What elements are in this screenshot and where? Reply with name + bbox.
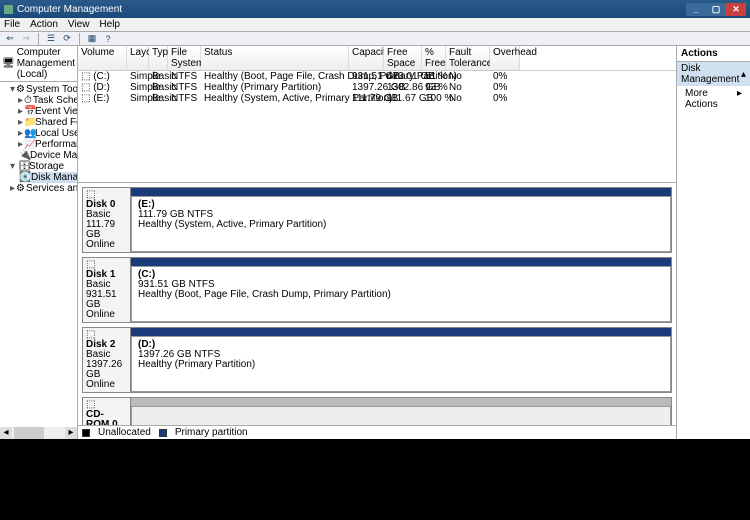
- refresh-button[interactable]: ⟳: [61, 33, 73, 45]
- app-icon: [4, 5, 13, 14]
- tree-task-scheduler[interactable]: ▸⏱Task Scheduler: [2, 95, 77, 106]
- disk-info[interactable]: ⬚Disk 2Basic1397.26 GBOnline: [83, 328, 131, 392]
- users-icon: 👥: [24, 128, 34, 139]
- help-button[interactable]: ?: [102, 33, 114, 45]
- col-status[interactable]: Status: [201, 46, 349, 70]
- tree-system-tools[interactable]: ▾⚙System Tools: [2, 84, 77, 95]
- storage-icon: 🗄: [18, 161, 28, 172]
- title-bar[interactable]: Computer Management _ ▢ ✕: [0, 0, 750, 18]
- disk-partition[interactable]: (D:)1397.26 GB NTFSHealthy (Primary Part…: [131, 328, 671, 392]
- toolbar-button-1[interactable]: ☰: [45, 33, 57, 45]
- legend-primary: Primary partition: [175, 427, 248, 438]
- disk-info[interactable]: ⬚Disk 0Basic111.79 GBOnline: [83, 188, 131, 252]
- chevron-right-icon: ▸: [737, 88, 742, 110]
- tree-event-viewer[interactable]: ▸📅Event Viewer: [2, 106, 77, 117]
- computer-icon: 🖥: [2, 58, 15, 69]
- taskbar-area: [0, 439, 750, 520]
- legend: Unallocated Primary partition: [78, 425, 676, 439]
- actions-more[interactable]: More Actions ▸: [677, 86, 750, 112]
- center-pane: Volume Layout Type File System Status Ca…: [78, 46, 677, 439]
- disk-info[interactable]: ⬚Disk 1Basic931.51 GBOnline: [83, 258, 131, 322]
- services-icon: ⚙: [16, 183, 25, 194]
- col-layout[interactable]: Layout: [127, 46, 149, 70]
- minimize-button[interactable]: _: [686, 3, 706, 16]
- drive-icon: ⬚: [81, 93, 90, 104]
- col-faulttol[interactable]: Fault Tolerance: [446, 46, 490, 70]
- legend-swatch-unallocated: [82, 429, 90, 437]
- disk-partition[interactable]: (C:)931.51 GB NTFSHealthy (Boot, Page Fi…: [131, 258, 671, 322]
- menu-action[interactable]: Action: [30, 19, 58, 30]
- tree-shared-folders[interactable]: ▸📁Shared Folders: [2, 117, 77, 128]
- disk-partition[interactable]: (E:)111.79 GB NTFSHealthy (System, Activ…: [131, 188, 671, 252]
- scroll-left-button[interactable]: ◂: [0, 427, 12, 439]
- back-button[interactable]: ⇐: [4, 33, 16, 45]
- window-title: Computer Management: [17, 4, 122, 15]
- disk-row: ⬚CD-ROM 0DVD (F:)No Media: [82, 397, 672, 425]
- disk-partition[interactable]: [131, 398, 671, 425]
- col-free[interactable]: Free Space: [384, 46, 422, 70]
- collapse-icon[interactable]: ▴: [741, 69, 746, 80]
- disk-graphical-view: ⬚Disk 0Basic111.79 GBOnline(E:)111.79 GB…: [78, 183, 676, 425]
- tree-disk-management[interactable]: 💽Disk Management: [2, 172, 77, 183]
- disk-row: ⬚Disk 0Basic111.79 GBOnline(E:)111.79 GB…: [82, 187, 672, 253]
- menu-view[interactable]: View: [68, 19, 90, 30]
- actions-section[interactable]: Disk Management ▴: [677, 62, 750, 86]
- legend-swatch-primary: [159, 429, 167, 437]
- disk-info[interactable]: ⬚CD-ROM 0DVD (F:)No Media: [83, 398, 131, 425]
- close-button[interactable]: ✕: [726, 3, 746, 16]
- tree-services[interactable]: ▸⚙Services and Applications: [2, 183, 77, 194]
- volume-table-header[interactable]: Volume Layout Type File System Status Ca…: [78, 46, 676, 71]
- legend-unallocated: Unallocated: [98, 427, 151, 438]
- nav-root[interactable]: 🖥 Computer Management (Local): [0, 46, 77, 82]
- nav-tree-pane: 🖥 Computer Management (Local) ▾⚙System T…: [0, 46, 78, 439]
- perf-icon: 📈: [24, 139, 34, 150]
- menu-file[interactable]: File: [4, 19, 20, 30]
- toolbar-button-2[interactable]: ▦: [86, 33, 98, 45]
- nav-hscrollbar[interactable]: ◂ ▸: [0, 427, 77, 439]
- disk-row: ⬚Disk 1Basic931.51 GBOnline(C:)931.51 GB…: [82, 257, 672, 323]
- drive-icon: ⬚: [81, 71, 90, 82]
- menu-bar: File Action View Help: [0, 18, 750, 32]
- device-icon: 🔌: [19, 150, 29, 161]
- actions-pane: Actions Disk Management ▴ More Actions ▸: [677, 46, 750, 439]
- event-icon: 📅: [24, 106, 34, 117]
- scroll-right-button[interactable]: ▸: [65, 427, 77, 439]
- menu-help[interactable]: Help: [99, 19, 120, 30]
- forward-button[interactable]: ⇒: [20, 33, 32, 45]
- disk-icon: 💽: [19, 172, 29, 183]
- tree-device-manager[interactable]: 🔌Device Manager: [2, 150, 77, 161]
- actions-title: Actions: [677, 46, 750, 62]
- toolbar: ⇐ ⇒ ☰ ⟳ ▦ ?: [0, 32, 750, 46]
- col-volume[interactable]: Volume: [78, 46, 127, 70]
- scroll-thumb[interactable]: [14, 427, 44, 439]
- volume-row[interactable]: ⬚ (E:)SimpleBasicNTFSHealthy (System, Ac…: [78, 93, 676, 104]
- col-type[interactable]: Type: [149, 46, 168, 70]
- col-filesystem[interactable]: File System: [168, 46, 201, 70]
- tree-performance[interactable]: ▸📈Performance: [2, 139, 77, 150]
- folder-icon: 📁: [24, 117, 34, 128]
- tree-local-users[interactable]: ▸👥Local Users and Groups: [2, 128, 77, 139]
- volume-row[interactable]: ⬚ (D:)SimpleBasicNTFSHealthy (Primary Pa…: [78, 82, 676, 93]
- wrench-icon: ⚙: [16, 84, 25, 95]
- clock-icon: ⏱: [24, 95, 32, 106]
- col-capacity[interactable]: Capacity: [349, 46, 384, 70]
- drive-icon: ⬚: [81, 82, 90, 93]
- col-overhead[interactable]: Overhead: [490, 46, 520, 70]
- col-pctfree[interactable]: % Free: [422, 46, 446, 70]
- maximize-button[interactable]: ▢: [706, 3, 726, 16]
- tree-storage[interactable]: ▾🗄Storage: [2, 161, 77, 172]
- volume-table: Volume Layout Type File System Status Ca…: [78, 46, 676, 183]
- disk-row: ⬚Disk 2Basic1397.26 GBOnline(D:)1397.26 …: [82, 327, 672, 393]
- volume-row[interactable]: ⬚ (C:)SimpleBasicNTFSHealthy (Boot, Page…: [78, 71, 676, 82]
